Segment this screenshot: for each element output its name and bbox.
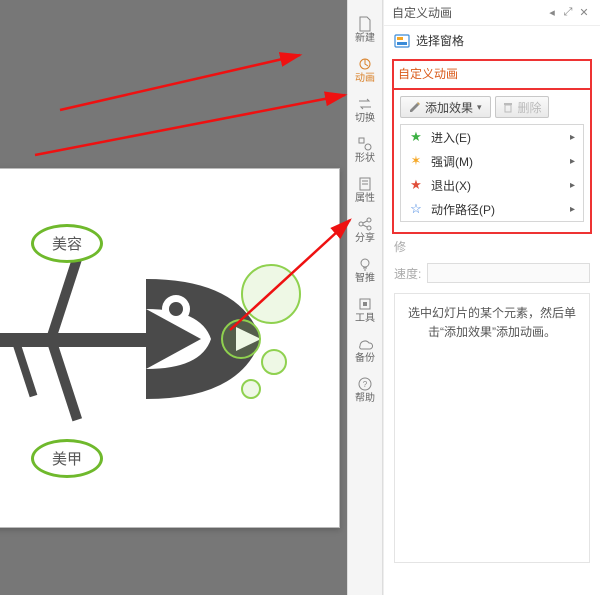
panel-prev-icon[interactable]: ◂ [544, 6, 560, 19]
sidebar-item-label: 新建 [355, 34, 375, 44]
share-icon [357, 216, 373, 232]
sidebar-item-label: 备份 [355, 354, 375, 364]
speed-select[interactable] [427, 263, 590, 283]
chevron-right-icon: ▸ [570, 180, 575, 191]
menu-item-exit[interactable]: ★ 退出(X) ▸ [401, 173, 583, 197]
sidebar-item-shape[interactable]: 形状 [348, 132, 382, 170]
file-icon [357, 16, 373, 32]
sidebar-item-help[interactable]: ? 帮助 [348, 372, 382, 410]
hint-box: 选中幻灯片的某个元素，然后单击“添加效果”添加动画。 [394, 293, 590, 563]
animation-panel: 自定义动画 ◂ ⤢ ✕ 选择窗格 自定义动画 添加效果 ▾ 删除 [383, 0, 600, 595]
panel-close-icon[interactable]: ✕ [576, 6, 592, 19]
menu-item-emphasis[interactable]: ✶ 强调(M) ▸ [401, 149, 583, 173]
hint-text: 选中幻灯片的某个元素，然后单击“添加效果”添加动画。 [408, 306, 576, 339]
section-title: 自定义动画 [392, 59, 592, 88]
add-effect-label: 添加效果 [425, 99, 473, 116]
bubble-decor [261, 349, 287, 375]
effect-type-menu: ★ 进入(E) ▸ ✶ 强调(M) ▸ ★ 退出(X) ▸ ☆ 动作路径(P) [400, 124, 584, 222]
backup-icon [357, 336, 373, 352]
sidebar-item-file[interactable]: 新建 [348, 12, 382, 50]
chevron-right-icon: ▸ [570, 132, 575, 143]
node-label-a[interactable]: 美容 [31, 224, 103, 263]
star-icon: ☆ [409, 201, 423, 217]
sidebar-item-label: 形状 [355, 154, 375, 164]
select-pane-link[interactable]: 选择窗格 [384, 26, 600, 55]
menu-item-label: 强调(M) [431, 153, 473, 170]
sidebar-item-tool[interactable]: 工具 [348, 292, 382, 330]
menu-item-label: 进入(E) [431, 129, 471, 146]
sidebar-item-label: 智推 [355, 274, 375, 284]
shape-icon [357, 136, 373, 152]
sidebar-item-label: 工具 [355, 314, 375, 324]
speed-label: 速度: [394, 265, 421, 282]
canvas-area[interactable]: 美容 美甲 [0, 0, 347, 595]
fishbone-diagram[interactable]: 美容 美甲 [0, 199, 261, 459]
pencil-icon [409, 101, 421, 113]
bubble-decor [241, 264, 301, 324]
bubble-decor [221, 319, 261, 359]
sidebar-item-label: 帮助 [355, 394, 375, 404]
sidebar-item-label: 属性 [355, 194, 375, 204]
modify-label: 修 [394, 238, 406, 255]
help-icon: ? [357, 376, 373, 392]
sidebar-item-anim[interactable]: 动画 [348, 52, 382, 90]
effect-controls-box: 添加效果 ▾ 删除 ★ 进入(E) ▸ ✶ 强调(M) ▸ [392, 88, 592, 234]
speed-row: 速度: [384, 259, 600, 287]
sidebar-item-backup[interactable]: 备份 [348, 332, 382, 370]
trash-icon [502, 101, 514, 113]
vertical-sidebar: 新建动画切换形状属性分享智推工具备份? 帮助 [347, 0, 383, 595]
bulb-icon [357, 256, 373, 272]
sidebar-item-share[interactable]: 分享 [348, 212, 382, 250]
anim-icon [357, 56, 373, 72]
menu-item-motion-path[interactable]: ☆ 动作路径(P) ▸ [401, 197, 583, 221]
sidebar-item-swap[interactable]: 切换 [348, 92, 382, 130]
menu-item-enter[interactable]: ★ 进入(E) ▸ [401, 125, 583, 149]
prop-icon [357, 176, 373, 192]
delete-label: 删除 [518, 99, 542, 116]
sidebar-item-prop[interactable]: 属性 [348, 172, 382, 210]
star-icon: ✶ [409, 153, 423, 169]
chevron-right-icon: ▸ [570, 156, 575, 167]
modify-row: 修 [384, 234, 600, 259]
sidebar-item-bulb[interactable]: 智推 [348, 252, 382, 290]
star-icon: ★ [409, 177, 423, 193]
svg-text:?: ? [363, 380, 368, 389]
slide[interactable]: 美容 美甲 [0, 168, 340, 528]
star-icon: ★ [409, 129, 423, 145]
swap-icon [357, 96, 373, 112]
sidebar-item-label: 分享 [355, 234, 375, 244]
menu-item-label: 退出(X) [431, 177, 471, 194]
sidebar-item-label: 切换 [355, 114, 375, 124]
panel-expand-icon[interactable]: ⤢ [560, 6, 576, 19]
select-pane-label: 选择窗格 [416, 32, 464, 49]
caret-down-icon: ▾ [477, 102, 482, 113]
panel-header: 自定义动画 ◂ ⤢ ✕ [384, 0, 600, 26]
node-label-b[interactable]: 美甲 [31, 439, 103, 478]
bubble-decor [241, 379, 261, 399]
add-effect-button[interactable]: 添加效果 ▾ [400, 96, 491, 118]
tool-icon [357, 296, 373, 312]
select-pane-icon [394, 33, 410, 49]
panel-title: 自定义动画 [392, 4, 452, 21]
menu-item-label: 动作路径(P) [431, 201, 495, 218]
chevron-right-icon: ▸ [570, 204, 575, 215]
sidebar-item-label: 动画 [355, 74, 375, 84]
delete-effect-button[interactable]: 删除 [495, 96, 549, 118]
